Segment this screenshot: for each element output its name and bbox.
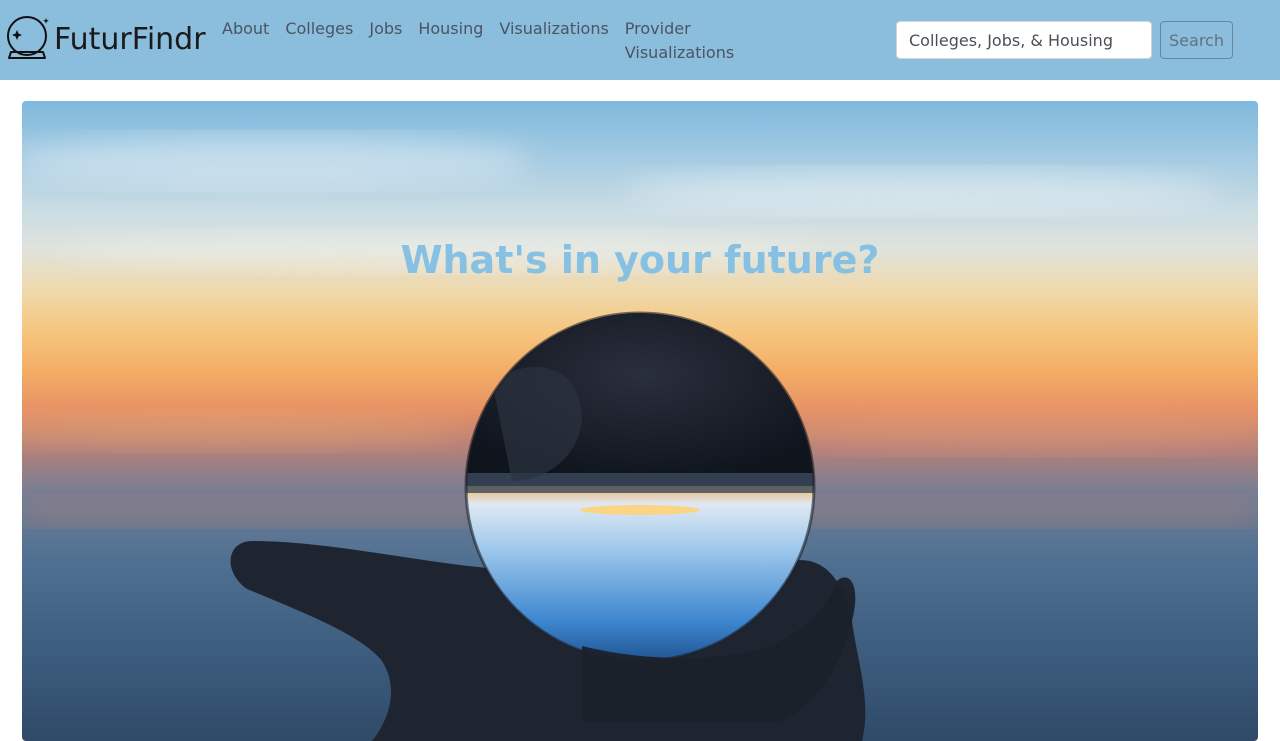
brand-link[interactable]: FuturFindr bbox=[3, 14, 206, 64]
brand-name: FuturFindr bbox=[54, 21, 206, 57]
crystal-ball-icon bbox=[3, 14, 53, 64]
nav-menu: About Colleges Jobs Housing Visualizatio… bbox=[214, 17, 734, 65]
nav-colleges[interactable]: Colleges bbox=[285, 17, 353, 41]
hero-title: What's in your future? bbox=[400, 238, 880, 282]
nav-jobs[interactable]: Jobs bbox=[369, 17, 402, 41]
search-form: Search bbox=[896, 21, 1233, 59]
navbar: FuturFindr About Colleges Jobs Housing V… bbox=[0, 0, 1280, 80]
search-button[interactable]: Search bbox=[1160, 21, 1233, 59]
hero-banner: What's in your future? bbox=[22, 101, 1258, 741]
nav-visualizations[interactable]: Visualizations bbox=[499, 17, 608, 41]
nav-housing[interactable]: Housing bbox=[418, 17, 483, 41]
nav-provider-visualizations[interactable]: Provider Visualizations bbox=[625, 17, 734, 65]
search-input[interactable] bbox=[896, 21, 1152, 59]
hero-image bbox=[22, 135, 1258, 741]
nav-about[interactable]: About bbox=[222, 17, 269, 41]
